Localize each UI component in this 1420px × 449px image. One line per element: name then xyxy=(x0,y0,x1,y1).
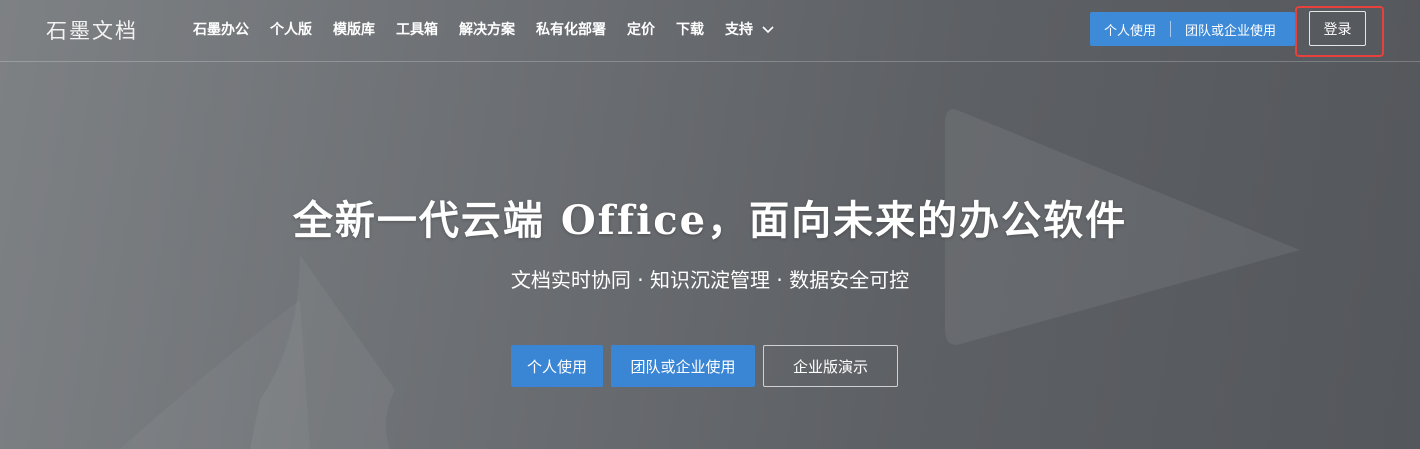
logo[interactable]: 石墨文档 xyxy=(46,15,138,45)
team-use-button[interactable]: 团队或企业使用 xyxy=(611,345,755,387)
nav-item-pricing[interactable]: 定价 xyxy=(627,19,655,39)
hero-subtitle: 文档实时协同 · 知识沉淀管理 · 数据安全可控 xyxy=(510,268,910,292)
nav-item-personal[interactable]: 个人版 xyxy=(270,19,312,39)
hero-title: 全新一代云端 Office，面向未来的办公软件 xyxy=(292,197,1128,244)
nav-item-templates[interactable]: 模版库 xyxy=(333,19,375,39)
login-button[interactable]: 登录 xyxy=(1309,11,1366,46)
enterprise-demo-button[interactable]: 企业版演示 xyxy=(763,345,898,387)
nav-item-support[interactable]: 支持 xyxy=(725,19,775,39)
nav-item-shimo-office[interactable]: 石墨办公 xyxy=(193,19,249,39)
nav-item-download[interactable]: 下载 xyxy=(676,19,704,39)
nav-item-private-deploy[interactable]: 私有化部署 xyxy=(536,19,606,39)
header-personal-use-button[interactable]: 个人使用 xyxy=(1090,20,1170,39)
hero-buttons: 个人使用 团队或企业使用 企业版演示 xyxy=(511,345,898,387)
top-navbar: 石墨文档 石墨办公 个人版 模版库 工具箱 解决方案 私有化部署 定价 下载 支… xyxy=(0,0,1420,62)
header-cta-group: 个人使用 团队或企业使用 xyxy=(1090,12,1295,46)
header-team-use-button[interactable]: 团队或企业使用 xyxy=(1171,20,1290,39)
nav-item-solutions[interactable]: 解决方案 xyxy=(459,19,515,39)
main-nav: 石墨办公 个人版 模版库 工具箱 解决方案 私有化部署 定价 下载 支持 xyxy=(193,19,796,39)
nav-item-toolbox[interactable]: 工具箱 xyxy=(396,19,438,39)
nav-item-support-label: 支持 xyxy=(725,22,753,38)
personal-use-button[interactable]: 个人使用 xyxy=(511,345,603,387)
chevron-down-icon xyxy=(762,26,774,34)
